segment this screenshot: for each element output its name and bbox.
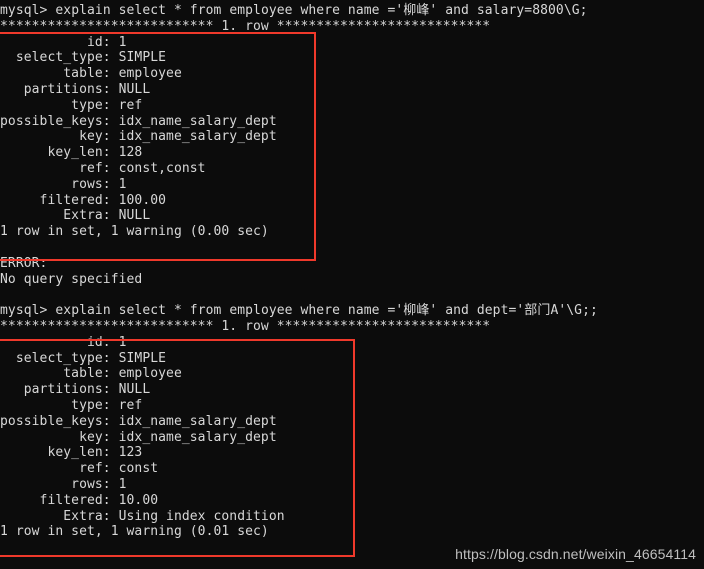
field-row: type: ref: [0, 97, 143, 113]
error-message: No query specified: [0, 271, 143, 287]
field-row: select_type: SIMPLE: [0, 350, 167, 366]
field-row: rows: 1: [0, 476, 127, 492]
field-row: possible_keys: idx_name_salary_dept: [0, 113, 277, 129]
status-line-1: 1 row in set, 1 warning (0.00 sec): [0, 224, 269, 240]
terminal-window[interactable]: mysql> explain select * from employee wh…: [0, 0, 704, 569]
field-row: key: idx_name_salary_dept: [0, 429, 277, 445]
field-row: filtered: 100.00: [0, 192, 167, 208]
prompt-symbol-2: mysql>: [0, 303, 48, 319]
watermark-text: https://blog.csdn.net/weixin_46654114: [455, 546, 696, 563]
prompt-line-1: mysql> explain select * from employee wh…: [0, 3, 704, 19]
row-separator-2: *************************** 1. row *****…: [0, 318, 491, 334]
sql-command-1: explain select * from employee where nam…: [55, 3, 588, 18]
field-row: id: 1: [0, 334, 127, 350]
field-row: select_type: SIMPLE: [0, 50, 167, 66]
field-row: Extra: NULL: [0, 208, 151, 224]
row-separator-1: *************************** 1. row *****…: [0, 18, 491, 34]
field-row: Extra: Using index condition: [0, 508, 285, 524]
field-row: table: employee: [0, 66, 182, 82]
field-row: possible_keys: idx_name_salary_dept: [0, 413, 277, 429]
field-row: ref: const,const: [0, 160, 206, 176]
sql-command-2: explain select * from employee where nam…: [55, 303, 598, 319]
field-row: filtered: 10.00: [0, 492, 159, 508]
field-row: partitions: NULL: [0, 382, 151, 398]
field-row: id: 1: [0, 34, 127, 50]
error-title: ERROR:: [0, 255, 48, 271]
field-row: key_len: 123: [0, 445, 143, 461]
field-row: ref: const: [0, 461, 159, 477]
terminal-output: mysql> explain select * from employee wh…: [0, 3, 704, 540]
field-row: type: ref: [0, 397, 143, 413]
field-row: key_len: 128: [0, 145, 143, 161]
status-line-2: 1 row in set, 1 warning (0.01 sec): [0, 524, 269, 540]
prompt-line-2: mysql> explain select * from employee wh…: [0, 303, 704, 319]
field-row: rows: 1: [0, 176, 127, 192]
field-row: partitions: NULL: [0, 81, 151, 97]
field-row: key: idx_name_salary_dept: [0, 129, 277, 145]
prompt-symbol-1: mysql>: [0, 3, 48, 18]
field-row: table: employee: [0, 366, 182, 382]
